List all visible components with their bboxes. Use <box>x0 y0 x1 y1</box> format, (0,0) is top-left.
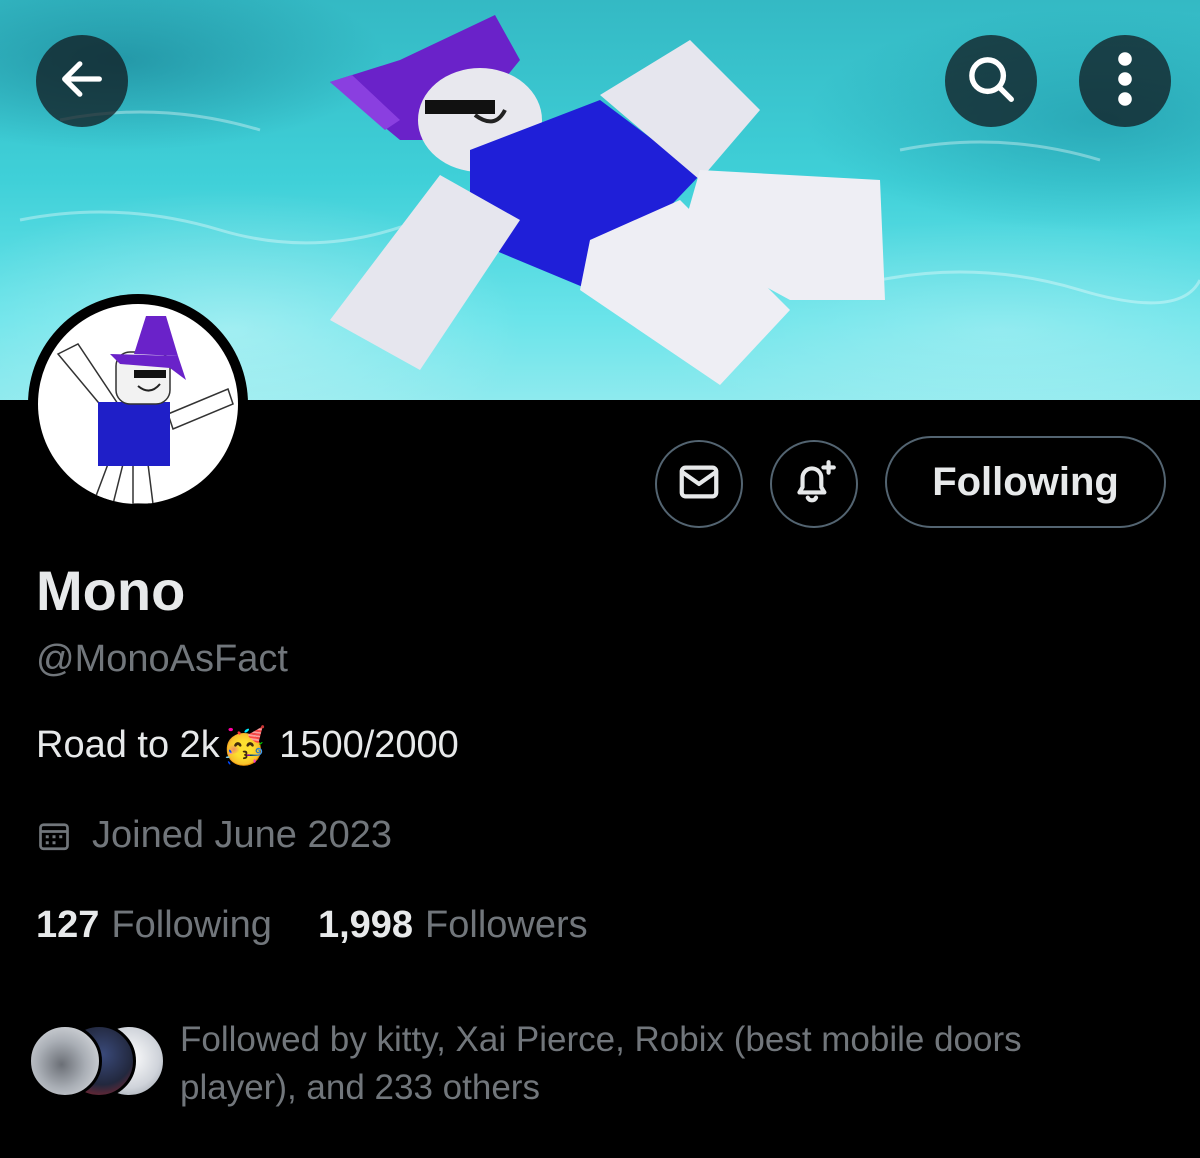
notify-button[interactable] <box>770 440 858 528</box>
search-icon <box>964 52 1018 111</box>
bio-text-prefix: Road to 2k <box>36 724 220 766</box>
party-face-emoji: 🥳 <box>221 724 267 766</box>
avatar-image <box>38 304 238 504</box>
display-name: Mono <box>36 559 186 622</box>
bio: Road to 2k 🥳 1500/2000 <box>36 724 459 767</box>
back-button[interactable] <box>36 35 128 127</box>
mini-avatar <box>28 1024 102 1098</box>
bio-text-suffix: 1500/2000 <box>268 724 459 766</box>
avatar[interactable] <box>28 294 248 514</box>
calendar-icon <box>36 818 72 854</box>
bell-plus-icon <box>789 457 839 512</box>
follow-stats: 127 Following 1,998 Followers <box>36 904 588 947</box>
join-date: Joined June 2023 <box>36 814 392 857</box>
message-button[interactable] <box>655 440 743 528</box>
following-link[interactable]: 127 Following <box>36 904 272 947</box>
following-button[interactable]: Following <box>885 436 1166 528</box>
search-button[interactable] <box>945 35 1037 127</box>
followed-by-text[interactable]: Followed by kitty, Xai Pierce, Robix (be… <box>180 1016 1140 1112</box>
mail-icon <box>676 459 722 510</box>
arrow-left-icon <box>56 53 108 110</box>
following-label: Following <box>111 904 272 946</box>
followers-count: 1,998 <box>317 904 414 946</box>
more-vertical-icon <box>1115 51 1135 112</box>
followed-by-avatars[interactable] <box>28 1018 178 1098</box>
following-count: 127 <box>36 904 100 946</box>
followers-link[interactable]: 1,998 Followers <box>318 904 588 947</box>
user-handle: @MonoAsFact <box>36 638 288 680</box>
followers-label: Followers <box>425 904 588 946</box>
more-button[interactable] <box>1079 35 1171 127</box>
join-date-text: Joined June 2023 <box>92 814 393 856</box>
